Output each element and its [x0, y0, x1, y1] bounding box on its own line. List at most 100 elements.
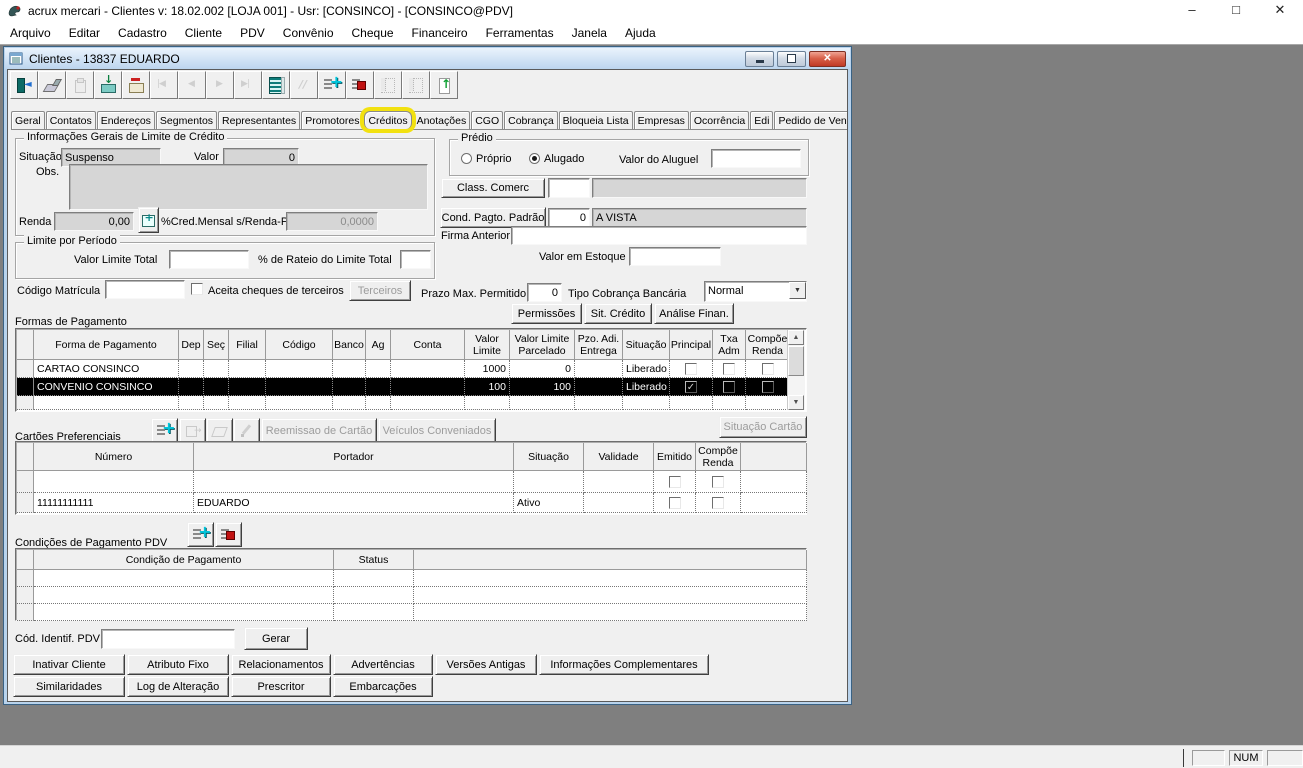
tab-creditos[interactable]: Créditos: [364, 111, 411, 129]
cond-pagto-code-field[interactable]: [548, 208, 590, 227]
window-close-button[interactable]: ✕: [809, 51, 846, 67]
tab-pedido-de-venda[interactable]: Pedido de Venda: [774, 111, 848, 129]
toolbar-erase-button[interactable]: [38, 71, 66, 99]
recalc-renda-button[interactable]: [138, 207, 159, 233]
fp-row1-valor-limite[interactable]: 1000: [465, 360, 510, 378]
menu-editar[interactable]: Editar: [60, 26, 109, 40]
fp-row1-compoe-checkbox[interactable]: [762, 363, 774, 375]
cartoes-insert-button[interactable]: [151, 418, 178, 443]
versoes-antigas-button[interactable]: Versões Antigas: [435, 654, 537, 675]
fp-row1-valor-parcelado[interactable]: 0: [510, 360, 575, 378]
tab-representantes[interactable]: Representantes: [218, 111, 300, 129]
menu-cadastro[interactable]: Cadastro: [109, 26, 176, 40]
menu-ajuda[interactable]: Ajuda: [616, 26, 665, 40]
tab-segmentos[interactable]: Segmentos: [156, 111, 217, 129]
toolbar-save-button[interactable]: [94, 71, 122, 99]
similaridades-button[interactable]: Similaridades: [13, 676, 125, 697]
menu-cheque[interactable]: Cheque: [343, 26, 403, 40]
cond-pagto-padrao-button[interactable]: Cond. Pagto. Padrão: [440, 207, 546, 228]
app-close-button[interactable]: ✕: [1260, 0, 1300, 22]
valor-estoque-field[interactable]: [629, 247, 721, 266]
fp-row1-indicator[interactable]: [17, 360, 34, 378]
toolbar-export-button[interactable]: [430, 71, 458, 99]
aceita-cheques-label[interactable]: Aceita cheques de terceiros: [208, 285, 344, 297]
advertencias-button[interactable]: Advertências: [333, 654, 433, 675]
ct-row2-portador[interactable]: EDUARDO: [194, 493, 514, 513]
app-titlebar[interactable]: acrux mercari - Clientes v: 18.02.002 [L…: [0, 0, 1303, 22]
valor-aluguel-field[interactable]: [711, 149, 801, 168]
atributo-fixo-button[interactable]: Atributo Fixo: [127, 654, 229, 675]
fp-row1-situacao[interactable]: Liberado: [623, 360, 670, 378]
menu-pdv[interactable]: PDV: [231, 26, 274, 40]
menu-ferramentas[interactable]: Ferramentas: [477, 26, 563, 40]
toolbar-delete-record-button[interactable]: [346, 71, 374, 99]
fp-row1-principal-checkbox[interactable]: [685, 363, 697, 375]
fp-row2-valor-limite[interactable]: 100: [465, 378, 510, 396]
scroll-down-icon[interactable]: ▼: [788, 395, 804, 410]
toolbar-open-folder-button[interactable]: [122, 71, 150, 99]
fp-row2-valor-parcelado[interactable]: 100: [510, 378, 575, 396]
menu-janela[interactable]: Janela: [563, 26, 616, 40]
fp-row2-indicator[interactable]: [17, 378, 34, 396]
firma-anterior-field[interactable]: [511, 226, 807, 245]
fp-row2-forma[interactable]: CONVENIO CONSINCO: [34, 378, 179, 396]
rateio-field[interactable]: [400, 250, 431, 269]
toolbar-browse-grid-button[interactable]: [262, 71, 290, 99]
permissoes-button[interactable]: Permissões: [511, 303, 582, 324]
class-comerc-button[interactable]: Class. Comerc: [441, 178, 545, 198]
tab-cobranca[interactable]: Cobrança: [504, 111, 558, 129]
menu-cliente[interactable]: Cliente: [176, 26, 231, 40]
window-minimize-button[interactable]: [745, 51, 774, 67]
fp-row2-txa-checkbox[interactable]: [723, 381, 735, 393]
tab-bloqueia-lista[interactable]: Bloqueia Lista: [559, 111, 633, 129]
ct-row2-situacao[interactable]: Ativo: [514, 493, 584, 513]
window-titlebar[interactable]: Clientes - 13837 EDUARDO ✕: [5, 48, 850, 69]
toolbar-exit-button[interactable]: [10, 71, 38, 99]
fp-vertical-scrollbar[interactable]: ▲ ▼: [787, 330, 805, 410]
cond-pdv-insert-button[interactable]: [187, 522, 214, 547]
tipo-cobranca-combo[interactable]: Normal ▼: [704, 281, 807, 302]
radio-proprio[interactable]: [461, 153, 472, 164]
informacoes-complementares-button[interactable]: Informações Complementares: [539, 654, 709, 675]
tab-anotacoes[interactable]: Anotações: [413, 111, 471, 129]
fp-row2-principal-checkbox[interactable]: ✓: [685, 381, 697, 393]
scroll-up-icon[interactable]: ▲: [788, 330, 804, 345]
fp-row2-compoe-checkbox[interactable]: [762, 381, 774, 393]
window-restore-button[interactable]: [777, 51, 806, 67]
scrollbar-thumb[interactable]: [788, 346, 804, 376]
inativar-cliente-button[interactable]: Inativar Cliente: [13, 654, 125, 675]
radio-alugado[interactable]: [529, 153, 540, 164]
tab-geral[interactable]: Geral: [11, 111, 45, 129]
menu-arquivo[interactable]: Arquivo: [1, 26, 60, 40]
radio-proprio-label[interactable]: Próprio: [476, 153, 511, 165]
ct-row1-situacao[interactable]: [514, 471, 584, 493]
prescritor-button[interactable]: Prescritor: [231, 676, 331, 697]
fp-row2-situacao[interactable]: Liberado: [623, 378, 670, 396]
radio-alugado-label[interactable]: Alugado: [544, 153, 584, 165]
cod-identif-pdv-field[interactable]: [101, 629, 235, 649]
class-comerc-code-field[interactable]: [548, 178, 590, 198]
toolbar-insert-record-button[interactable]: [318, 71, 346, 99]
tab-cgo[interactable]: CGO: [471, 111, 503, 129]
sit-credito-button[interactable]: Sit. Crédito: [584, 303, 652, 324]
tab-promotores[interactable]: Promotores: [301, 111, 363, 129]
menu-convenio[interactable]: Convênio: [274, 26, 343, 40]
ct-row2-numero[interactable]: 11111111111: [34, 493, 194, 513]
log-de-alteracao-button[interactable]: Log de Alteração: [127, 676, 229, 697]
tab-edi[interactable]: Edi: [750, 111, 773, 129]
analise-finan-button[interactable]: Análise Finan.: [654, 303, 734, 324]
menu-financeiro[interactable]: Financeiro: [403, 26, 477, 40]
fp-row1-forma[interactable]: CARTAO CONSINCO: [34, 360, 179, 378]
app-minimize-button[interactable]: –: [1172, 0, 1212, 22]
codigo-matricula-field[interactable]: [105, 280, 185, 299]
aceita-cheques-checkbox[interactable]: [191, 283, 203, 295]
ct-row1-numero[interactable]: [34, 471, 194, 493]
valor-limite-total-field[interactable]: [169, 250, 249, 269]
tab-ocorrencia[interactable]: Ocorrência: [690, 111, 749, 129]
app-maximize-button[interactable]: □: [1216, 0, 1256, 22]
combo-dropdown-button[interactable]: ▼: [789, 282, 806, 299]
tab-empresas[interactable]: Empresas: [634, 111, 689, 129]
prazo-max-field[interactable]: [527, 283, 562, 302]
gerar-button[interactable]: Gerar: [244, 627, 308, 650]
ct-row1-emitido-checkbox[interactable]: [669, 476, 681, 488]
